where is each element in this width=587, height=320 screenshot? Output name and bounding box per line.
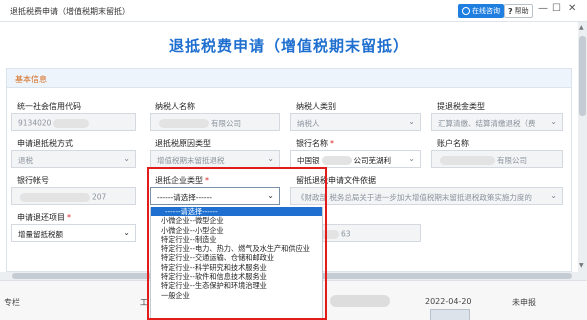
taxpayer-type-label: 纳税人类别: [296, 102, 336, 111]
online-service-button[interactable]: 在线咨询: [458, 4, 504, 18]
taxpayer-name-label: 纳税人名称: [155, 102, 195, 111]
bg-status: 未申报: [512, 298, 536, 307]
page-title: 退抵税费申请（增值税期末留抵）: [168, 37, 409, 55]
help-button[interactable]: ? 帮助: [504, 4, 533, 18]
chevron-down-icon: ⌄: [408, 117, 415, 126]
dropdown-option[interactable]: 小微企业--微型企业: [151, 216, 322, 225]
dropdown-option[interactable]: 特定行业--生态保护和环境治理业: [151, 281, 322, 290]
chevron-down-icon: ⌄: [267, 154, 274, 163]
chevron-down-icon: ⌄: [267, 191, 274, 200]
maximize-icon[interactable]: ☐: [552, 3, 561, 14]
enterprise-type-label: 退抵企业类型 *: [155, 176, 209, 185]
bg-date: 2022-04-20: [425, 297, 472, 306]
enterprise-type-select[interactable]: ------请选择------ ⌄: [150, 187, 280, 205]
bank-name-select[interactable]: 中国银 公司芜湖利 ⌄: [290, 150, 421, 168]
enterprise-type-dropdown[interactable]: ------请选择------ 小微企业--微型企业 小微企业--小型企业 特定…: [150, 207, 323, 320]
taxpayer-name-field: 有限公司: [150, 113, 280, 131]
redacted-blob: [20, 192, 90, 202]
window-title: 退抵税费申请（增值税期末留抵）: [10, 7, 130, 16]
chevron-down-icon: ⌄: [408, 154, 415, 163]
bg-cell: 工: [140, 298, 148, 307]
dropdown-option[interactable]: ------请选择------: [151, 207, 322, 217]
scroll-up-icon[interactable]: ▲: [579, 24, 584, 31]
bank-account-field: 207: [11, 187, 136, 205]
dropdown-option[interactable]: 一般企业: [151, 291, 322, 300]
bank-account-label: 银行帐号: [17, 176, 49, 185]
reason-type-label: 退抵税原因类型: [155, 139, 211, 148]
online-service-label: 在线咨询: [472, 7, 500, 15]
basis-label: 留抵退税申请文件依据: [296, 176, 376, 185]
dropdown-option[interactable]: 特定行业--软件和信息技术服务业: [151, 272, 322, 281]
taskbar-icons[interactable]: ✉ ● ▾: [430, 309, 470, 320]
dropdown-option[interactable]: 特定行业--交通运输、仓储和邮政业: [151, 253, 322, 262]
redacted-blob: [53, 118, 90, 128]
redacted-blob: [330, 295, 390, 307]
minimize-icon[interactable]: —: [538, 3, 548, 14]
redacted-blob: [440, 156, 495, 165]
window-title-bar: 退抵税费申请（增值税期末留抵） 在线咨询 ? 帮助 — ☐ ✕: [0, 0, 587, 22]
dropdown-option[interactable]: 特定行业--科学研究和技术服务业: [151, 263, 322, 272]
section-header: 基本信息: [7, 69, 571, 88]
scroll-down-icon[interactable]: ▼: [579, 262, 584, 269]
refund-type-select: 汇算清缴、结算清缴退税（费 ⌄: [431, 113, 563, 131]
required-mark: *: [205, 176, 209, 185]
required-mark: *: [67, 213, 71, 222]
credit-code-field: 9134020: [11, 113, 136, 131]
question-icon: ?: [508, 6, 513, 16]
account-name-field: 有限公司: [431, 150, 563, 168]
chevron-down-icon: ⌄: [123, 228, 130, 237]
section-title: 基本信息: [15, 75, 47, 84]
credit-code-label: 统一社会信用代码: [17, 102, 81, 111]
refund-item-label: 申请退还项目 *: [17, 213, 71, 222]
apply-method-label: 申请退抵税方式: [17, 139, 73, 148]
required-mark: *: [330, 139, 334, 148]
account-name-label: 账户名称: [437, 139, 469, 148]
dropdown-option[interactable]: 特定行业--电力、热力、燃气及水生产和供应业: [151, 244, 322, 253]
redacted-blob: [321, 156, 352, 165]
refund-item-select[interactable]: 增量留抵税额 ⌄: [11, 224, 136, 242]
dropdown-option[interactable]: 小微企业--小型企业: [151, 226, 322, 235]
bank-name-label: 银行名称 *: [296, 139, 334, 148]
reason-type-select: 增值税期末留抵退税 ⌄: [150, 150, 280, 168]
chevron-down-icon: ⌄: [123, 154, 130, 163]
chevron-down-icon: ⌄: [550, 191, 557, 200]
vertical-scrollbar[interactable]: ▲ ▼: [578, 22, 587, 272]
headset-icon: [462, 7, 470, 15]
dropdown-option[interactable]: 特定行业--制造业: [151, 235, 322, 244]
refund-type-label: 提退税金类型: [437, 102, 485, 111]
chevron-down-icon: ⌄: [550, 117, 557, 126]
scrollbar-thumb[interactable]: [579, 36, 586, 116]
bg-cell: 专栏: [4, 298, 20, 307]
help-label: 帮助: [514, 7, 529, 15]
basis-select: 《财政部 税务总局关于进一步加大增值税期末留抵退税政策实施力度的 ⌄: [290, 187, 563, 205]
close-icon[interactable]: ✕: [568, 3, 576, 14]
taxpayer-type-select: 纳税人 ⌄: [290, 113, 421, 131]
redacted-blob: [159, 119, 209, 128]
apply-method-select: 退税 ⌄: [11, 150, 136, 168]
